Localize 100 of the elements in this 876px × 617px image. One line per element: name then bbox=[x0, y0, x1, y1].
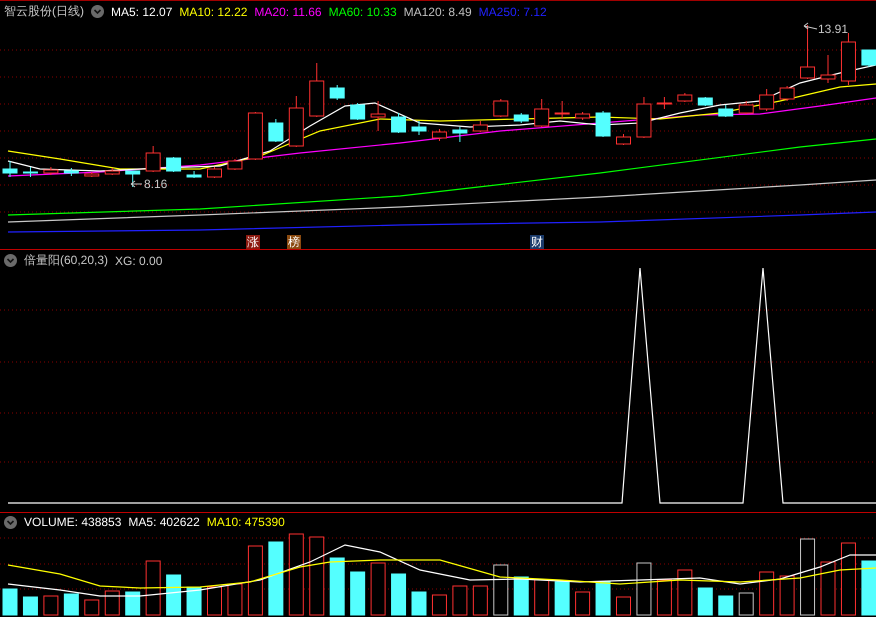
legend-item: VOLUME: 438853 bbox=[24, 515, 122, 529]
event-marker: 涨 bbox=[246, 235, 260, 249]
volume-bar bbox=[64, 594, 79, 616]
candlestick bbox=[432, 128, 447, 142]
volume-bar bbox=[596, 582, 611, 616]
price-label: 8.16 bbox=[144, 177, 168, 191]
volume-bar bbox=[820, 562, 836, 616]
candlestick bbox=[391, 112, 406, 134]
event-marker: 财 bbox=[530, 235, 544, 249]
volume-bar bbox=[472, 586, 488, 616]
volume-bar bbox=[738, 592, 754, 616]
candlestick bbox=[656, 96, 672, 110]
legend-item: MA5: 12.07 bbox=[111, 4, 172, 18]
legend-item: MA20: 11.66 bbox=[254, 4, 322, 18]
volume-bar bbox=[493, 564, 508, 616]
price-label: 13.91 bbox=[818, 22, 848, 36]
candlestick bbox=[288, 96, 304, 148]
candlestick bbox=[616, 134, 631, 146]
candlestick bbox=[268, 118, 284, 142]
candlestick bbox=[84, 172, 100, 178]
legend-item: MA120: 8.49 bbox=[404, 4, 472, 18]
candlestick bbox=[677, 92, 692, 102]
volume-bar bbox=[861, 560, 876, 616]
volume-bar bbox=[718, 596, 734, 616]
volume-bar bbox=[227, 584, 242, 616]
candlestick bbox=[554, 100, 570, 120]
volume-bar bbox=[166, 574, 182, 616]
candlestick bbox=[227, 158, 242, 170]
candlestick bbox=[472, 120, 488, 132]
volume-bar bbox=[22, 596, 38, 616]
candlestick bbox=[759, 88, 774, 112]
volume-bar bbox=[759, 572, 774, 616]
volume-bar bbox=[636, 562, 652, 616]
candlestick bbox=[207, 166, 222, 178]
candlestick bbox=[534, 98, 550, 128]
volume-bar bbox=[146, 560, 161, 616]
volume-bar bbox=[554, 582, 570, 616]
legend-item: MA250: 7.12 bbox=[478, 4, 547, 18]
candlestick bbox=[330, 84, 345, 100]
candlestick bbox=[738, 100, 754, 114]
volume-bar bbox=[370, 562, 386, 616]
candlestick bbox=[861, 50, 876, 68]
leader-line bbox=[804, 22, 818, 30]
candlestick bbox=[412, 120, 426, 136]
candlestick bbox=[780, 86, 795, 102]
volume-bar bbox=[43, 596, 58, 616]
indicator-readout: XG: 0.00 bbox=[115, 254, 162, 268]
candlestick bbox=[840, 32, 856, 86]
volume-bar bbox=[207, 586, 222, 616]
candlestick bbox=[22, 166, 38, 178]
indicator-title: 倍量阳(60,20,3) bbox=[24, 252, 108, 269]
volume-bar bbox=[677, 570, 692, 616]
candlestick bbox=[186, 170, 202, 178]
candlestick bbox=[309, 62, 324, 118]
candlestick bbox=[800, 24, 816, 80]
volume-bar bbox=[84, 600, 100, 616]
candlestick bbox=[575, 112, 590, 120]
volume-bar bbox=[186, 586, 202, 616]
legend-item: MA10: 475390 bbox=[206, 515, 285, 529]
volume-bar bbox=[698, 588, 713, 616]
candlestick bbox=[248, 112, 263, 160]
candlestick bbox=[43, 166, 58, 176]
volume-bar bbox=[2, 588, 18, 616]
legend-item: MA60: 10.33 bbox=[328, 4, 397, 18]
candlestick bbox=[452, 126, 468, 142]
volume-bar bbox=[432, 594, 447, 616]
chevron-circle-icon[interactable] bbox=[4, 254, 17, 267]
legend-item: MA5: 402622 bbox=[128, 515, 200, 529]
candlestick bbox=[104, 168, 120, 176]
candlestick bbox=[350, 102, 366, 120]
volume-bar bbox=[330, 558, 345, 616]
candlestick bbox=[2, 160, 18, 178]
chevron-circle-icon[interactable] bbox=[4, 516, 17, 528]
candlestick bbox=[596, 110, 611, 138]
candlestick bbox=[718, 104, 734, 118]
legend-item: MA10: 12.22 bbox=[179, 4, 248, 18]
volume-bar bbox=[514, 576, 529, 616]
candlestick bbox=[125, 170, 140, 188]
leader-line bbox=[130, 180, 142, 188]
candlestick bbox=[370, 100, 386, 132]
event-marker: 榜 bbox=[287, 235, 301, 249]
candlestick bbox=[636, 96, 652, 138]
volume-bar bbox=[575, 592, 590, 616]
candlestick bbox=[698, 96, 713, 106]
candlestick bbox=[493, 98, 508, 118]
volume-bar bbox=[452, 586, 468, 616]
volume-bar bbox=[104, 590, 120, 616]
candlestick bbox=[166, 156, 182, 172]
volume-bar bbox=[391, 574, 406, 616]
volume-bar bbox=[780, 576, 795, 616]
candlestick bbox=[146, 146, 161, 172]
volume-bar bbox=[248, 546, 263, 616]
chevron-circle-icon[interactable] bbox=[91, 5, 104, 18]
chart-title: 智云股份(日线) bbox=[4, 3, 84, 20]
volume-bar bbox=[616, 596, 631, 616]
candlestick bbox=[820, 54, 836, 84]
volume-bar bbox=[534, 580, 550, 616]
candlestick bbox=[514, 112, 529, 124]
volume-bar bbox=[656, 580, 672, 616]
candlestick bbox=[64, 168, 79, 176]
